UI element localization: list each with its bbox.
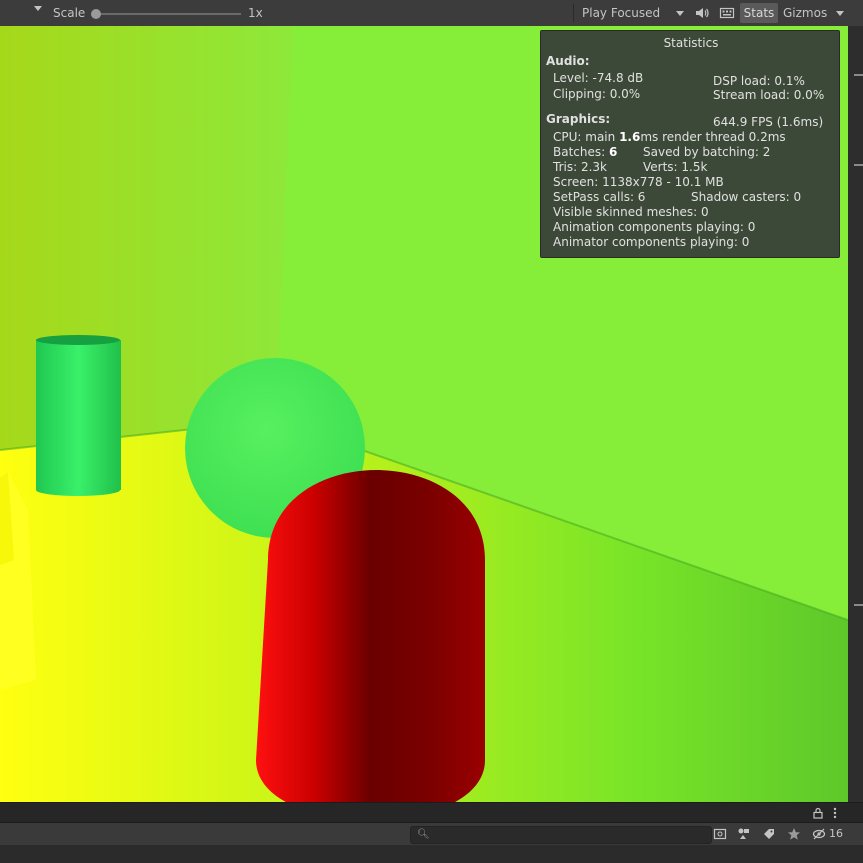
audio-mute-icon[interactable] bbox=[694, 5, 710, 21]
saved-by-batching: Saved by batching: 2 bbox=[643, 145, 771, 159]
stream-load: Stream load: 0.0% bbox=[713, 88, 825, 102]
screen-readout: Screen: 1138x778 - 10.1 MB bbox=[553, 175, 724, 189]
scale-slider-track[interactable] bbox=[96, 13, 241, 15]
shadow-casters: Shadow casters: 0 bbox=[691, 190, 802, 204]
scale-slider-thumb[interactable] bbox=[91, 9, 101, 19]
play-mode-dropdown-arrow-icon[interactable] bbox=[676, 11, 684, 16]
play-mode-dropdown[interactable]: Play Focused bbox=[582, 6, 660, 20]
audio-clipping: Clipping: 0.0% bbox=[553, 87, 641, 101]
statistics-panel: Statistics Audio: Level: -74.8 dB DSP lo… bbox=[540, 30, 840, 258]
game-view-toolbar: Scale 1x Play Focused Stats Gizmos bbox=[0, 0, 863, 27]
right-panel-edge bbox=[848, 26, 863, 802]
label-tag-icon[interactable] bbox=[762, 827, 776, 841]
stats-toggle-button[interactable]: Stats bbox=[740, 3, 778, 23]
display-dropdown-arrow-icon[interactable] bbox=[34, 6, 42, 11]
verts-count: Verts: 1.5k bbox=[643, 160, 708, 174]
visible-skinned-meshes: Visible skinned meshes: 0 bbox=[553, 205, 709, 219]
keyboard-icon[interactable] bbox=[719, 5, 735, 21]
batches-readout: Batches: 6 bbox=[553, 145, 618, 159]
statistics-title: Statistics bbox=[663, 36, 719, 50]
search-field[interactable]: 🔍︎ bbox=[410, 826, 712, 844]
search-icon: 🔍︎ bbox=[417, 829, 430, 840]
project-toolbar: 🔍︎ 16 bbox=[0, 822, 863, 845]
hidden-objects-icon[interactable] bbox=[812, 827, 826, 841]
tris-count: Tris: 2.3k bbox=[553, 160, 607, 174]
setpass-calls: SetPass calls: 6 bbox=[553, 190, 646, 204]
animator-components: Animator components playing: 0 bbox=[553, 235, 750, 249]
lock-icon[interactable] bbox=[812, 807, 824, 819]
panel-header-bar bbox=[0, 802, 863, 823]
hidden-objects-count: 16 bbox=[829, 827, 843, 840]
red-capsule bbox=[256, 470, 485, 802]
green-cylinder bbox=[36, 340, 121, 490]
kebab-menu-icon[interactable] bbox=[831, 807, 839, 819]
scene-search-icon[interactable] bbox=[713, 827, 727, 841]
graphics-header: Graphics: bbox=[546, 112, 611, 126]
audio-header: Audio: bbox=[546, 54, 590, 68]
scale-value: 1x bbox=[248, 6, 263, 20]
cpu-readout: CPU: main 1.6ms render thread 0.2ms bbox=[553, 130, 786, 144]
scale-label: Scale bbox=[53, 6, 86, 20]
toolbar-separator bbox=[573, 4, 574, 22]
search-input[interactable] bbox=[431, 827, 701, 843]
project-content-area bbox=[0, 845, 863, 863]
filter-type-icon[interactable] bbox=[737, 827, 751, 841]
favorite-star-icon[interactable] bbox=[787, 827, 801, 841]
gizmos-dropdown[interactable]: Gizmos bbox=[783, 6, 827, 20]
audio-level: Level: -74.8 dB bbox=[553, 71, 644, 85]
gizmos-dropdown-arrow-icon[interactable] bbox=[836, 11, 844, 16]
dsp-load: DSP load: 0.1% bbox=[713, 74, 805, 88]
animation-components: Animation components playing: 0 bbox=[553, 220, 756, 234]
fps-readout: 644.9 FPS (1.6ms) bbox=[713, 115, 824, 129]
